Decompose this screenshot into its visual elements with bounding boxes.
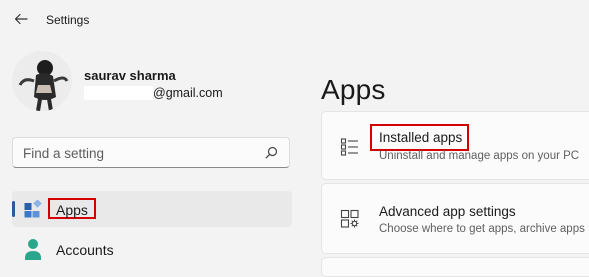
app-settings-icon [340, 209, 359, 228]
profile-photo [12, 51, 72, 111]
app-title: Settings [46, 13, 90, 27]
back-button[interactable] [10, 8, 32, 30]
email-redaction [84, 86, 153, 100]
selection-indicator [12, 201, 15, 217]
installed-apps-card[interactable]: Installed apps Uninstall and manage apps… [321, 111, 589, 180]
card-description: Uninstall and manage apps on your PC [379, 150, 580, 162]
card-title: Advanced app settings [379, 204, 516, 219]
settings-card[interactable] [321, 257, 589, 277]
sidebar-item-accounts[interactable]: Accounts [12, 232, 292, 268]
sidebar-item-label: Accounts [56, 242, 114, 258]
sidebar-item-apps[interactable]: Apps [12, 191, 292, 227]
person-icon [25, 239, 41, 260]
search-box[interactable] [12, 137, 290, 168]
search-input[interactable] [23, 144, 263, 162]
back-arrow-icon [14, 13, 28, 25]
avatar[interactable] [12, 51, 72, 111]
card-description: Choose where to get apps, archive apps [379, 223, 585, 235]
profile-name: saurav sharma [84, 68, 176, 83]
profile-email: @gmail.com [153, 86, 223, 100]
advanced-app-settings-card[interactable]: Advanced app settings Choose where to ge… [321, 183, 589, 254]
page-title: Apps [321, 73, 386, 105]
title-bar: Settings [0, 0, 589, 40]
apps-icon [24, 200, 42, 218]
search-icon[interactable] [265, 146, 278, 159]
sidebar-item-label: Apps [56, 202, 88, 218]
card-title: Installed apps [379, 130, 463, 145]
list-icon [340, 138, 358, 156]
